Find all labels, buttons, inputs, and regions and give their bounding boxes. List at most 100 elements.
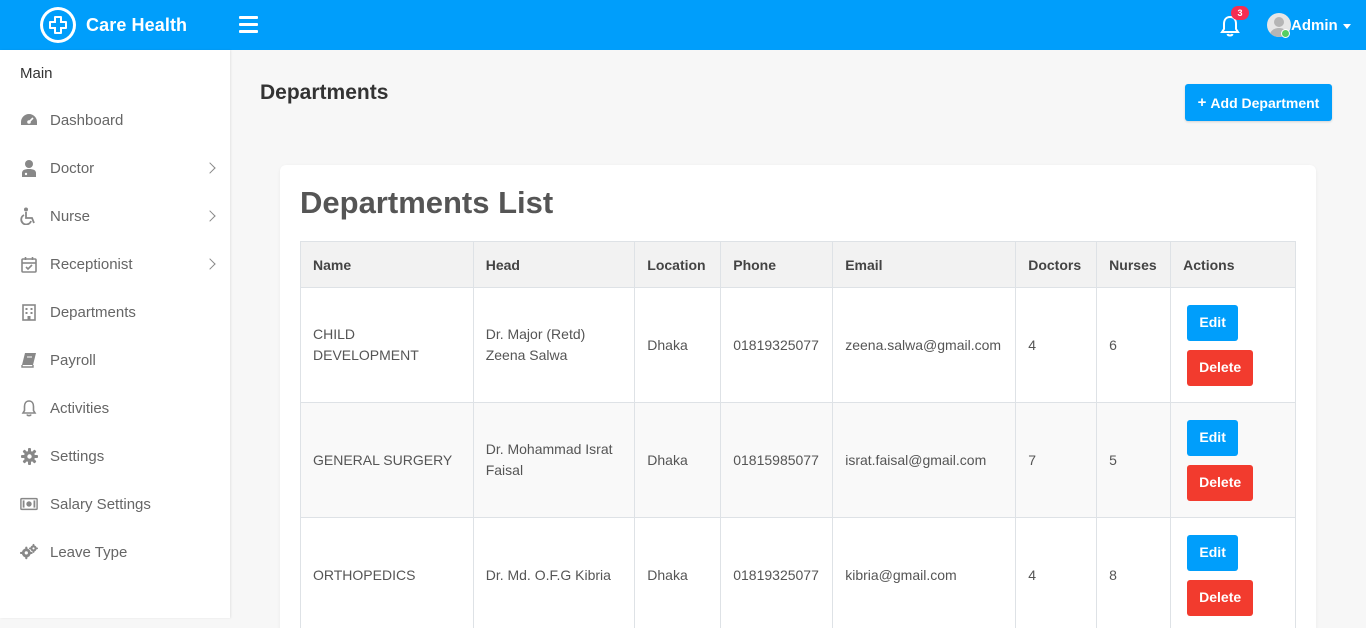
cell-location: Dhaka xyxy=(634,402,722,518)
gear-icon xyxy=(20,447,38,465)
cell-location: Dhaka xyxy=(634,517,722,628)
sidebar-item-payroll[interactable]: Payroll xyxy=(0,336,230,384)
user-name: Admin xyxy=(1291,16,1338,34)
brand[interactable]: Care Health xyxy=(40,7,187,43)
sidebar-toggle-icon[interactable] xyxy=(239,16,258,33)
top-header: Care Health 3 Admin xyxy=(0,0,1366,50)
delete-button[interactable]: Delete xyxy=(1187,349,1254,386)
cell-actions: Edit Delete xyxy=(1170,287,1296,403)
sidebar-section-title: Main xyxy=(20,65,53,82)
delete-button[interactable]: Delete xyxy=(1187,464,1254,501)
sidebar-item-label: Salary Settings xyxy=(50,495,151,513)
cell-doctors: 4 xyxy=(1015,287,1098,403)
sidebar-item-label: Doctor xyxy=(50,159,95,177)
sidebar-item-label: Activities xyxy=(50,399,110,417)
add-department-button[interactable]: + Add Department xyxy=(1185,84,1332,121)
column-header-nurses[interactable]: Nurses xyxy=(1096,241,1172,288)
hospital-icon xyxy=(20,303,38,321)
cell-name: CHILD DEVELOPMENT xyxy=(300,287,474,403)
cell-email: zeena.salwa@gmail.com xyxy=(832,287,1017,403)
table-row: ORTHOPEDICS Dr. Md. O.F.G Kibria Dhaka 0… xyxy=(300,517,1296,628)
sidebar: Main Dashboard Doctor Nurse Receptionist… xyxy=(0,50,230,618)
sidebar-item-departments[interactable]: Departments xyxy=(0,288,230,336)
sidebar-item-settings[interactable]: Settings xyxy=(0,432,230,480)
chevron-right-icon xyxy=(204,162,216,174)
edit-button[interactable]: Edit xyxy=(1187,304,1239,341)
user-menu[interactable]: Admin xyxy=(1267,13,1351,37)
sidebar-item-salary-settings[interactable]: Salary Settings xyxy=(0,480,230,528)
cell-phone: 01819325077 xyxy=(720,517,834,628)
book-icon xyxy=(20,351,38,369)
cell-doctors: 4 xyxy=(1015,517,1098,628)
brand-title: Care Health xyxy=(86,14,188,35)
head-line: Faisal xyxy=(485,462,524,478)
delete-button[interactable]: Delete xyxy=(1187,579,1254,616)
head-line: Dr. Md. O.F.G Kibria xyxy=(485,566,611,583)
head-line: Dr. Mohammad Israt xyxy=(485,441,613,457)
head-line: Dr. Major (Retd) xyxy=(485,326,586,342)
sidebar-item-receptionist[interactable]: Receptionist xyxy=(0,240,230,288)
sidebar-item-doctor[interactable]: Doctor xyxy=(0,144,230,192)
sidebar-item-label: Leave Type xyxy=(50,543,128,561)
calendar-check-icon xyxy=(20,255,38,273)
cell-nurses: 5 xyxy=(1096,402,1172,518)
sidebar-item-label: Dashboard xyxy=(50,111,124,129)
money-bill-icon xyxy=(20,495,38,513)
add-department-label: Add Department xyxy=(1210,94,1320,111)
column-header-doctors[interactable]: Doctors xyxy=(1015,241,1098,288)
notification-badge: 3 xyxy=(1231,6,1249,20)
dashboard-icon xyxy=(20,111,38,129)
cell-phone: 01819325077 xyxy=(720,287,834,403)
cell-name: GENERAL SURGERY xyxy=(300,402,474,518)
sidebar-item-label: Departments xyxy=(50,303,136,321)
table-row: CHILD DEVELOPMENT Dr. Major (Retd) Zeena… xyxy=(300,287,1296,403)
card-title: Departments List xyxy=(300,185,554,220)
cell-head: Dr. Mohammad Israt Faisal xyxy=(472,402,636,518)
cell-name: ORTHOPEDICS xyxy=(300,517,474,628)
sidebar-item-label: Nurse xyxy=(50,207,91,225)
sidebar-item-activities[interactable]: Activities xyxy=(0,384,230,432)
edit-button[interactable]: Edit xyxy=(1187,419,1239,456)
caret-down-icon xyxy=(1342,23,1351,29)
column-header-phone[interactable]: Phone xyxy=(720,241,834,288)
online-status-dot xyxy=(1281,29,1290,38)
table-row: GENERAL SURGERY Dr. Mohammad Israt Faisa… xyxy=(300,402,1296,518)
column-header-name[interactable]: Name xyxy=(300,241,474,288)
chevron-right-icon xyxy=(204,210,216,222)
departments-card: Departments List Name Head Location Phon… xyxy=(280,165,1316,628)
column-header-actions: Actions xyxy=(1170,241,1296,288)
table-header-row: Name Head Location Phone Email Doctors N… xyxy=(300,241,1296,288)
cell-phone: 01815985077 xyxy=(720,402,834,518)
sidebar-item-nurse[interactable]: Nurse xyxy=(0,192,230,240)
column-header-email[interactable]: Email xyxy=(832,241,1017,288)
column-header-location[interactable]: Location xyxy=(634,241,722,288)
cell-doctors: 7 xyxy=(1015,402,1098,518)
cell-head: Dr. Md. O.F.G Kibria xyxy=(472,517,636,628)
sidebar-item-leave-type[interactable]: Leave Type xyxy=(0,528,230,576)
sidebar-item-label: Settings xyxy=(50,447,105,465)
cell-nurses: 8 xyxy=(1096,517,1172,628)
bell-icon xyxy=(20,399,38,417)
edit-button[interactable]: Edit xyxy=(1187,534,1239,571)
plus-icon: + xyxy=(1197,94,1207,111)
cell-email: kibria@gmail.com xyxy=(832,517,1017,628)
cell-location: Dhaka xyxy=(634,287,722,403)
sidebar-item-label: Receptionist xyxy=(50,255,133,273)
sidebar-item-label: Payroll xyxy=(50,351,96,369)
cell-nurses: 6 xyxy=(1096,287,1172,403)
gears-icon xyxy=(20,543,38,561)
chevron-right-icon xyxy=(204,258,216,270)
cell-actions: Edit Delete xyxy=(1170,517,1296,628)
wheelchair-icon xyxy=(20,207,38,225)
cell-head: Dr. Major (Retd) Zeena Salwa xyxy=(472,287,636,403)
doctor-icon xyxy=(20,159,38,177)
column-header-head[interactable]: Head xyxy=(472,241,636,288)
cell-email: israt.faisal@gmail.com xyxy=(832,402,1017,518)
sidebar-item-dashboard[interactable]: Dashboard xyxy=(0,96,230,144)
departments-table: Name Head Location Phone Email Doctors N… xyxy=(300,241,1296,628)
head-line: Zeena Salwa xyxy=(485,347,568,363)
page-title: Departments xyxy=(260,81,389,104)
notification-bell-icon[interactable]: 3 xyxy=(1219,6,1249,38)
cell-actions: Edit Delete xyxy=(1170,402,1296,518)
medical-cross-logo-icon xyxy=(40,7,76,43)
